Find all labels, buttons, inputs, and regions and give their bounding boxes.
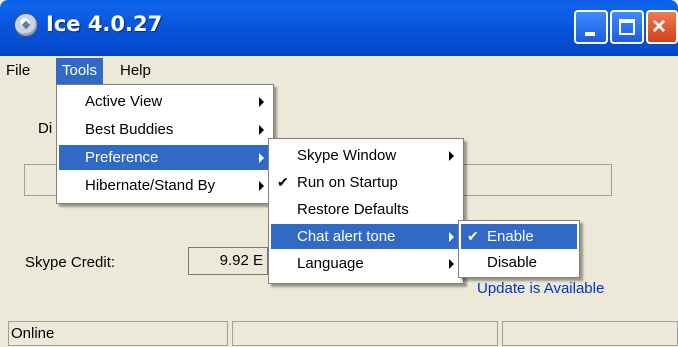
menu-item-hibernate[interactable]: Hibernate/Stand By	[59, 173, 271, 198]
menu-item-label: Disable	[487, 254, 538, 271]
submenu-arrow-icon	[449, 259, 454, 269]
menu-item-label: Enable	[487, 228, 534, 245]
maximize-button[interactable]	[610, 10, 644, 44]
menu-item-label: Preference	[85, 149, 159, 166]
minimize-button[interactable]	[574, 10, 608, 44]
menu-file[interactable]: File	[0, 58, 36, 84]
menu-item-skype-window[interactable]: Skype Window	[271, 143, 461, 168]
menu-item-label: Language	[297, 255, 364, 272]
chat-alert-submenu: ✔ Enable Disable	[458, 220, 580, 278]
submenu-arrow-icon	[259, 153, 264, 163]
close-button[interactable]: ×	[646, 10, 678, 44]
submenu-arrow-icon	[259, 97, 264, 107]
submenu-arrow-icon	[259, 181, 264, 191]
status-bar: Online	[0, 319, 678, 347]
menu-bar: File Tools Help	[0, 58, 678, 84]
menu-item-label: Best Buddies	[85, 121, 174, 138]
menu-item-enable[interactable]: ✔ Enable	[461, 224, 577, 249]
menu-tools[interactable]: Tools	[56, 58, 104, 84]
menu-item-label: Chat alert tone	[297, 228, 396, 245]
menu-item-chat-alert-tone[interactable]: Chat alert tone	[271, 224, 461, 249]
status-pane-3	[502, 321, 678, 346]
status-pane-2	[232, 321, 498, 346]
menu-help[interactable]: Help	[114, 58, 157, 84]
menu-item-label: Skype Window	[297, 147, 397, 164]
menu-item-preference[interactable]: Preference	[59, 145, 271, 170]
menu-item-label: Restore Defaults	[297, 201, 409, 218]
title-bar[interactable]: Ice 4.0.27 ×	[0, 0, 678, 56]
submenu-arrow-icon	[449, 151, 454, 161]
menu-item-label: Hibernate/Stand By	[85, 177, 216, 194]
close-icon: ×	[652, 13, 667, 40]
partial-label: Di	[38, 120, 53, 137]
app-icon[interactable]	[14, 13, 38, 37]
minimize-icon	[585, 32, 595, 36]
menu-item-label: Active View	[85, 93, 163, 110]
preference-submenu: Skype Window ✔ Run on Startup Restore De…	[268, 138, 464, 284]
menu-item-active-view[interactable]: Active View	[59, 89, 271, 114]
tools-menu: Active View Best Buddies Preference Hibe…	[56, 84, 274, 204]
menu-item-run-on-startup[interactable]: ✔ Run on Startup	[271, 170, 461, 195]
maximize-icon	[619, 19, 635, 35]
checkmark-icon: ✔	[277, 174, 289, 190]
menu-item-language[interactable]: Language	[271, 251, 461, 276]
submenu-arrow-icon	[259, 125, 264, 135]
skype-credit-label: Skype Credit:	[25, 254, 116, 271]
status-online: Online	[8, 321, 228, 346]
menu-item-restore-defaults[interactable]: Restore Defaults	[271, 197, 461, 222]
submenu-arrow-icon	[449, 232, 454, 242]
menu-item-best-buddies[interactable]: Best Buddies	[59, 117, 271, 142]
window-title: Ice 4.0.27	[46, 12, 163, 36]
menu-item-disable[interactable]: Disable	[461, 250, 577, 275]
right-field	[456, 164, 612, 196]
checkmark-icon: ✔	[467, 228, 479, 244]
update-available-link[interactable]: Update is Available	[477, 280, 604, 297]
skype-credit-value: 9.92 E	[188, 247, 268, 275]
menu-item-label: Run on Startup	[297, 174, 398, 191]
